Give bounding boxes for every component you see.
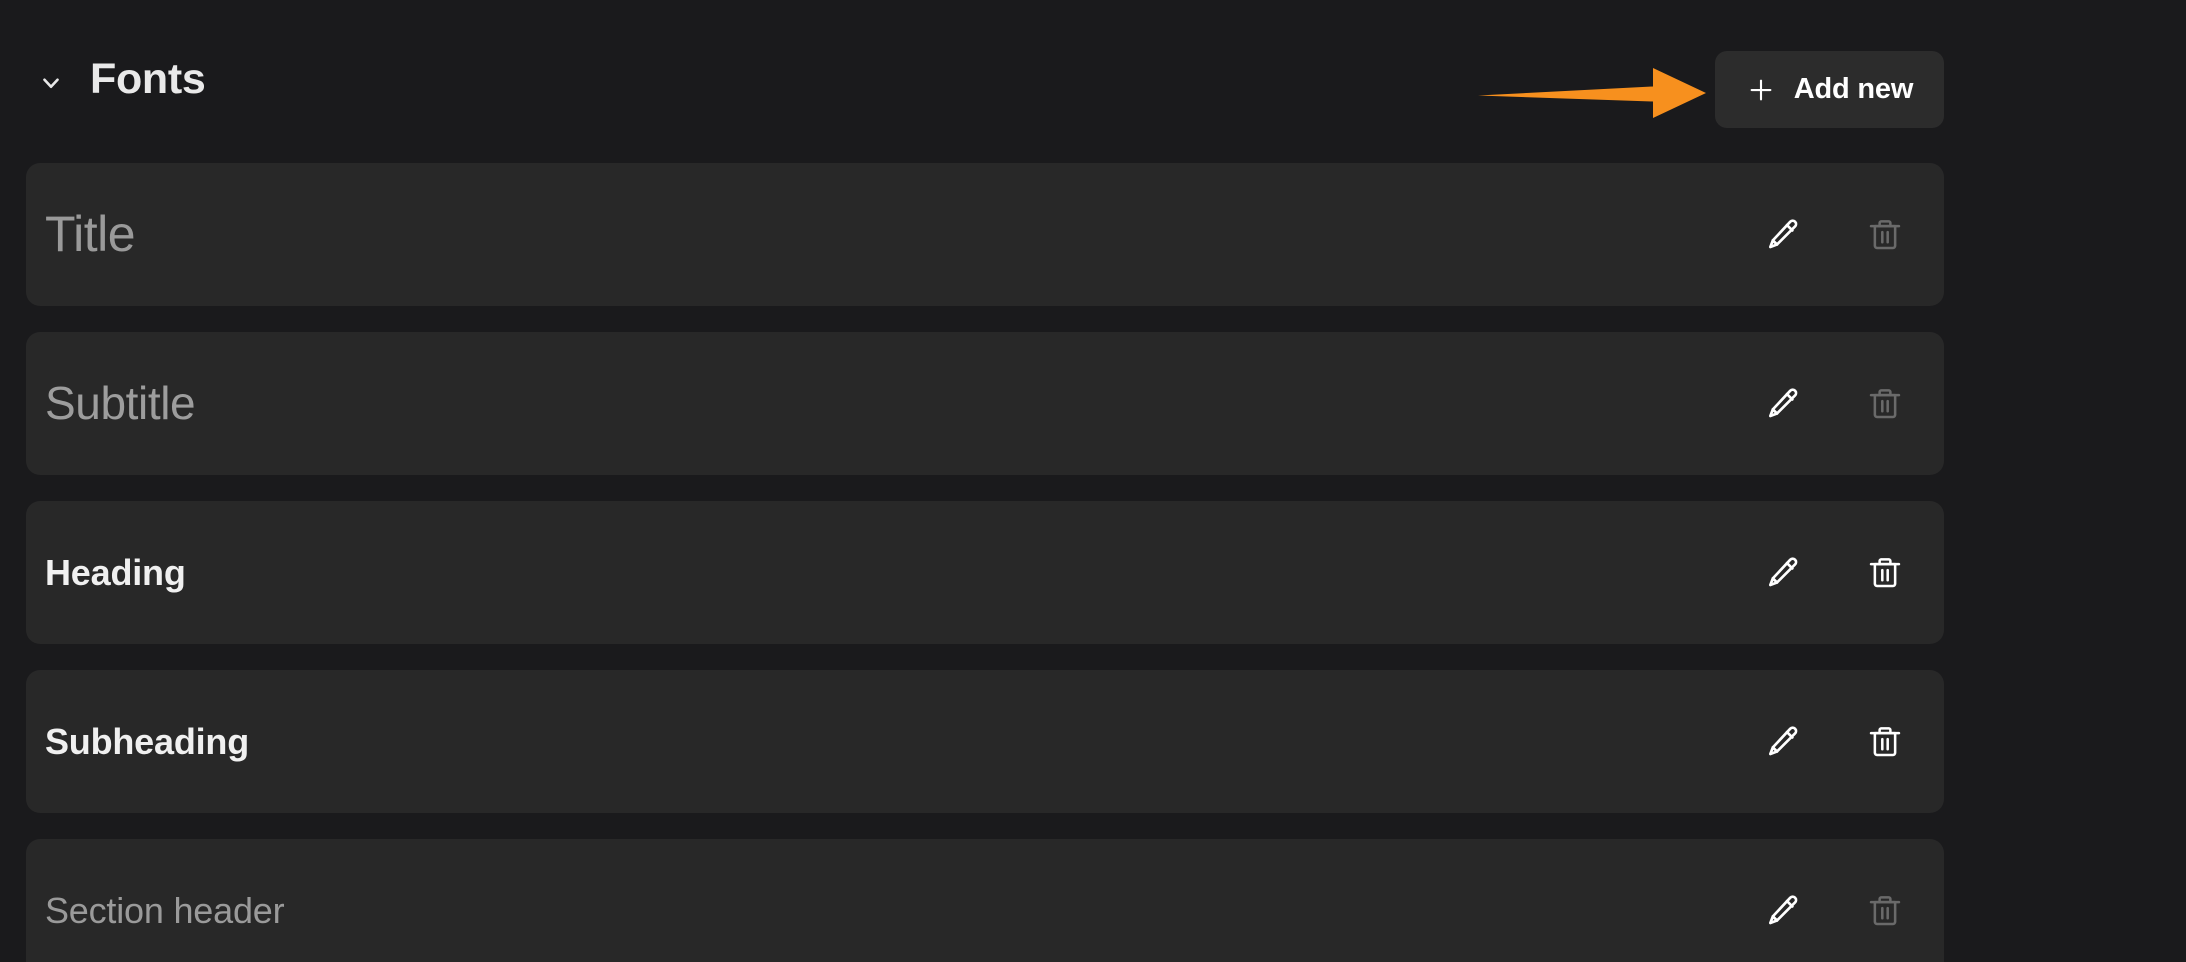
fonts-panel: Fonts Add new Title Subtitle Heading Sub…: [0, 0, 2186, 962]
page-title: Fonts: [90, 55, 206, 103]
chevron-down-icon[interactable]: [38, 70, 64, 96]
row-actions: [1762, 501, 1906, 644]
table-row[interactable]: Heading: [26, 501, 1944, 644]
row-actions: [1762, 163, 1906, 306]
edit-button[interactable]: [1762, 214, 1804, 256]
annotation-arrow-icon: [1478, 68, 1706, 118]
font-style-label: Section header: [45, 889, 285, 931]
plus-icon: [1746, 75, 1776, 105]
fonts-section-header: Fonts Add new: [0, 0, 2186, 150]
delete-button[interactable]: [1864, 552, 1906, 594]
edit-button[interactable]: [1762, 552, 1804, 594]
delete-button[interactable]: [1864, 383, 1906, 425]
font-style-label: Heading: [45, 551, 186, 593]
add-new-label: Add new: [1793, 73, 1914, 105]
delete-button[interactable]: [1864, 890, 1906, 932]
delete-button[interactable]: [1864, 721, 1906, 763]
edit-button[interactable]: [1762, 890, 1804, 932]
fonts-section-toggle[interactable]: Fonts: [38, 58, 206, 101]
row-actions: [1762, 839, 1906, 962]
table-row[interactable]: Section header: [26, 839, 1944, 962]
font-style-label: Subtitle: [45, 377, 196, 430]
font-style-label: Subheading: [45, 720, 249, 762]
row-actions: [1762, 332, 1906, 475]
table-row[interactable]: Subtitle: [26, 332, 1944, 475]
table-row[interactable]: Title: [26, 163, 1944, 306]
row-actions: [1762, 670, 1906, 813]
fonts-list: Title Subtitle Heading Subheading Sectio…: [0, 163, 2186, 962]
edit-button[interactable]: [1762, 721, 1804, 763]
font-style-label: Title: [45, 206, 136, 262]
delete-button[interactable]: [1864, 214, 1906, 256]
table-row[interactable]: Subheading: [26, 670, 1944, 813]
edit-button[interactable]: [1762, 383, 1804, 425]
add-new-button[interactable]: Add new: [1715, 51, 1944, 128]
